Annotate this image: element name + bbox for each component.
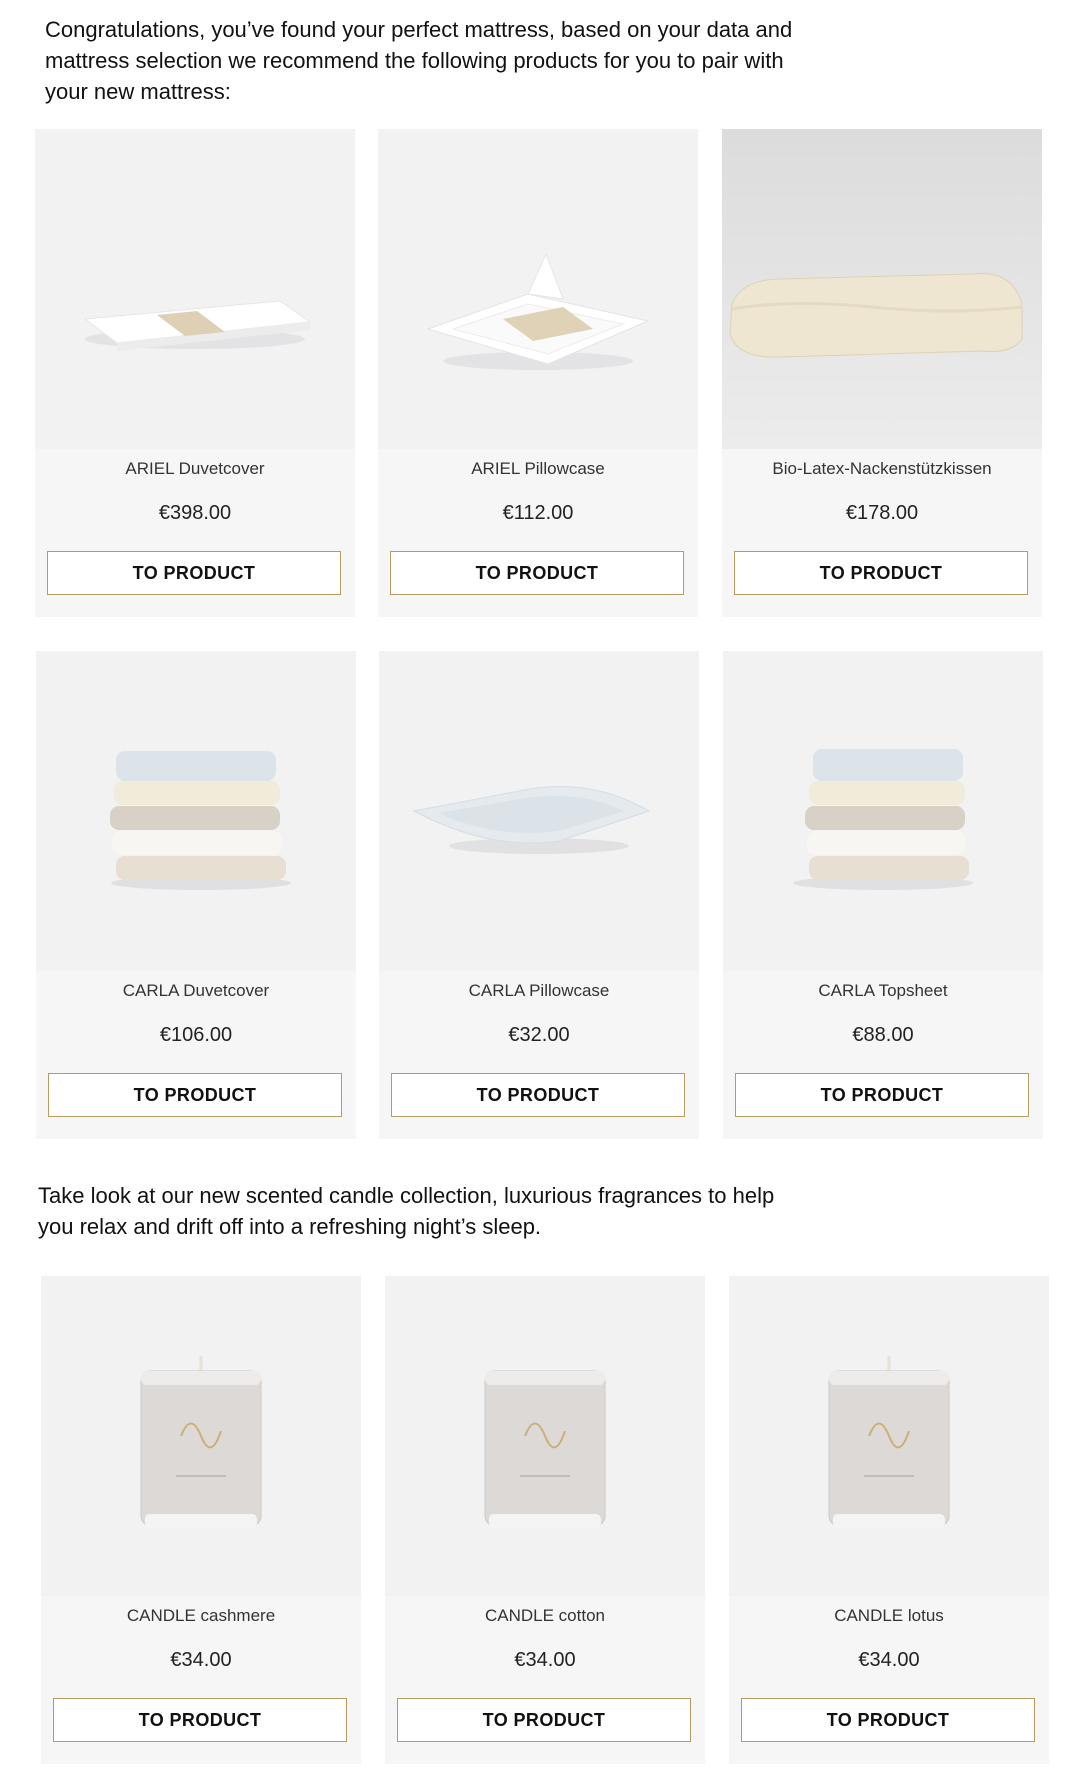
pillowcase-icon [379, 651, 699, 971]
product-name[interactable]: CANDLE cashmere [41, 1604, 361, 1628]
candle-card[interactable]: CANDLE cashmere €34.00 TO PRODUCT [41, 1276, 361, 1764]
to-product-button[interactable]: TO PRODUCT [48, 1073, 342, 1117]
product-name[interactable]: CARLA Duvetcover [36, 979, 356, 1003]
pillowcase-icon [378, 129, 698, 449]
candle-intro-text: Take look at our new scented candle coll… [38, 1183, 775, 1239]
product-price: €34.00 [170, 1649, 232, 1671]
product-price: €106.00 [159, 1024, 233, 1046]
product-image[interactable] [41, 1276, 361, 1596]
product-card[interactable]: ARIEL Duvetcover €398.00 TO PRODUCT [35, 129, 355, 617]
product-grid: ARIEL Duvetcover €398.00 TO PRODUCT ARIE… [0, 0, 1084, 1774]
product-image[interactable] [722, 129, 1042, 449]
product-name[interactable]: Bio-Latex-Nackenstützkissen [722, 457, 1042, 481]
product-name[interactable]: CARLA Topsheet [723, 979, 1043, 1003]
to-product-button[interactable]: TO PRODUCT [735, 1073, 1029, 1117]
to-product-button[interactable]: TO PRODUCT [391, 1073, 685, 1117]
linen-stack-icon [723, 651, 1043, 971]
product-name[interactable]: CANDLE cotton [385, 1604, 705, 1628]
to-product-button[interactable]: TO PRODUCT [47, 551, 341, 595]
candle-card[interactable]: CANDLE cotton €34.00 TO PRODUCT [385, 1276, 705, 1764]
to-product-button[interactable]: TO PRODUCT [741, 1698, 1035, 1742]
product-price: €34.00 [514, 1649, 576, 1671]
candle-card[interactable]: CANDLE lotus €34.00 TO PRODUCT [729, 1276, 1049, 1764]
product-image[interactable] [379, 651, 699, 971]
product-image[interactable] [723, 651, 1043, 971]
product-image[interactable] [36, 651, 356, 971]
candle-jar-icon [385, 1276, 705, 1596]
product-price: €32.00 [508, 1024, 570, 1046]
product-name[interactable]: ARIEL Pillowcase [378, 457, 698, 481]
product-name[interactable]: CANDLE lotus [729, 1604, 1049, 1628]
neck-pillow-icon [722, 129, 1042, 449]
folded-duvetcover-icon [35, 129, 355, 449]
candle-jar-icon [41, 1276, 361, 1596]
product-image[interactable] [378, 129, 698, 449]
candle-jar-icon [729, 1276, 1049, 1596]
product-price: €88.00 [852, 1024, 914, 1046]
product-card[interactable]: CARLA Duvetcover €106.00 TO PRODUCT [36, 651, 356, 1139]
product-name[interactable]: ARIEL Duvetcover [35, 457, 355, 481]
to-product-button[interactable]: TO PRODUCT [390, 551, 684, 595]
product-card[interactable]: ARIEL Pillowcase €112.00 TO PRODUCT [378, 129, 698, 617]
product-name[interactable]: CARLA Pillowcase [379, 979, 699, 1003]
product-image[interactable] [35, 129, 355, 449]
product-card[interactable]: Bio-Latex-Nackenstützkissen €178.00 TO P… [722, 129, 1042, 617]
product-price: €398.00 [158, 502, 232, 524]
linen-stack-icon [36, 651, 356, 971]
to-product-button[interactable]: TO PRODUCT [734, 551, 1028, 595]
to-product-button[interactable]: TO PRODUCT [397, 1698, 691, 1742]
product-price: €178.00 [845, 502, 919, 524]
to-product-button[interactable]: TO PRODUCT [53, 1698, 347, 1742]
product-card[interactable]: CARLA Pillowcase €32.00 TO PRODUCT [379, 651, 699, 1139]
product-price: €34.00 [858, 1649, 920, 1671]
product-image[interactable] [385, 1276, 705, 1596]
product-price: €112.00 [502, 502, 574, 524]
product-image[interactable] [729, 1276, 1049, 1596]
product-card[interactable]: CARLA Topsheet €88.00 TO PRODUCT [723, 651, 1043, 1139]
